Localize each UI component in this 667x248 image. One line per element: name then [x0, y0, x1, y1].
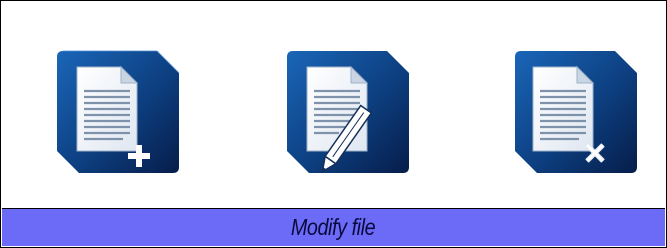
edit-file-button[interactable] [283, 47, 413, 177]
file-action-icons [1, 1, 666, 209]
document-delete-icon [515, 51, 637, 173]
add-file-button[interactable] [53, 47, 183, 177]
document-add-icon [57, 50, 180, 173]
caption-bar: Modify file [2, 208, 665, 246]
document-edit-icon [287, 51, 409, 173]
delete-file-button[interactable] [511, 47, 641, 177]
dialog-frame: Modify file [0, 0, 667, 248]
caption-label: Modify file [291, 214, 376, 240]
